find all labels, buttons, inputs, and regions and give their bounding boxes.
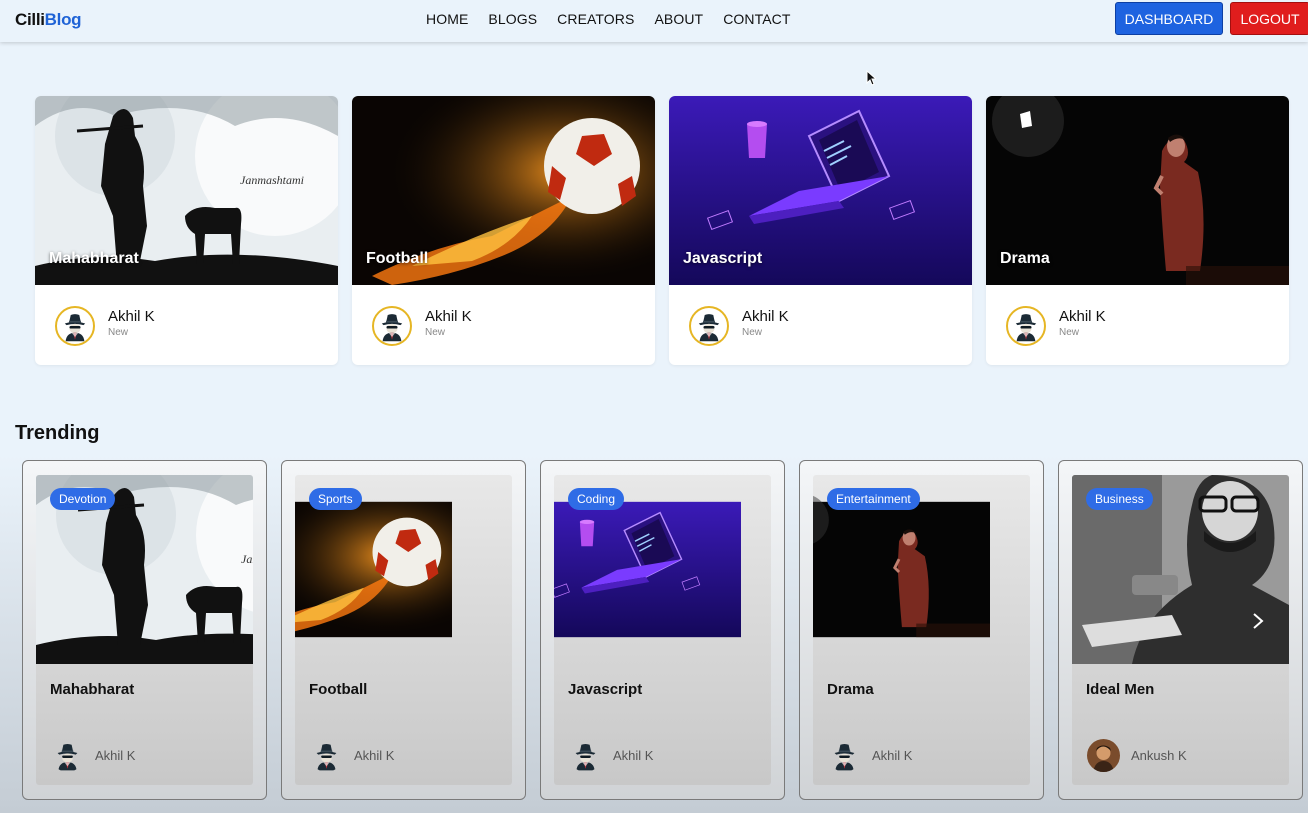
trending-image: Entertainment [813,475,1030,664]
spy-avatar-icon [51,739,84,772]
nav-home[interactable]: HOME [426,11,468,27]
featured-title: Football [366,250,429,267]
featured-title: Mahabharat [49,250,139,267]
trending-title[interactable]: Ideal Men [1086,681,1154,698]
mouse-cursor-icon [866,70,876,86]
author-name[interactable]: Akhil K [95,748,135,763]
category-badge[interactable]: Coding [568,488,625,510]
trending-card[interactable]: Coding Javascript Akhil K [540,460,785,800]
trending-image: Devotion [36,475,253,664]
nav-about[interactable]: ABOUT [654,11,703,27]
author-name[interactable]: Akhil K [613,748,653,763]
spy-avatar-icon [828,739,861,772]
featured-image: Football [352,96,655,285]
logout-button[interactable]: LOGOUT [1230,2,1308,35]
spy-avatar-icon [372,306,412,346]
trending-image: Coding [554,475,771,664]
nav-creators[interactable]: CREATORS [557,11,634,27]
brand-part1: Cilli [15,10,45,29]
trending-image: Sports [295,475,512,664]
trending-title[interactable]: Drama [827,681,874,698]
post-status: New [1059,327,1080,338]
dashboard-button[interactable]: DASHBOARD [1115,2,1223,35]
featured-card[interactable]: Javascript Akhil K New [669,96,972,365]
trending-card[interactable]: Devotion Mahabharat Akhil K [22,460,267,800]
brand-part2: Blog [44,10,82,29]
featured-image: Drama [986,96,1289,285]
author-name[interactable]: Akhil K [354,748,394,763]
featured-title: Drama [1000,250,1050,267]
author-info: Akhil K [569,739,653,772]
trending-title[interactable]: Football [309,681,367,698]
category-badge[interactable]: Business [1086,488,1153,510]
featured-image: Javascript [669,96,972,285]
category-badge[interactable]: Devotion [50,488,116,510]
featured-card[interactable]: Mahabharat Akhil K New [35,96,338,365]
trending-card[interactable]: Sports Football Akhil K [281,460,526,800]
featured-title: Javascript [683,250,763,267]
author-name[interactable]: Akhil K [1059,308,1106,325]
user-avatar [1087,739,1120,772]
featured-card[interactable]: Football Akhil K New [352,96,655,365]
spy-avatar-icon [569,739,602,772]
category-badge[interactable]: Entertainment [827,488,920,510]
spy-avatar-icon [1006,306,1046,346]
spy-avatar-icon [689,306,729,346]
trending-image: Business [1072,475,1289,664]
author-name[interactable]: Akhil K [108,308,155,325]
featured-image: Mahabharat [35,96,338,285]
author-name[interactable]: Akhil K [742,308,789,325]
navbar: CilliBlog HOME BLOGS CREATORS ABOUT CONT… [0,0,1308,42]
author-info: Akhil K [310,739,394,772]
author-info: Akhil K New [1006,306,1106,346]
author-info: Akhil K New [372,306,472,346]
author-name[interactable]: Ankush K [1131,748,1187,763]
featured-card[interactable]: Drama Akhil K New [986,96,1289,365]
trending-title[interactable]: Javascript [568,681,642,698]
nav-contact[interactable]: CONTACT [723,11,790,27]
author-name[interactable]: Akhil K [872,748,912,763]
chevron-right-icon[interactable] [1248,611,1268,631]
nav-links: HOME BLOGS CREATORS ABOUT CONTACT [426,11,791,27]
trending-carousel: Devotion Mahabharat Akhil K Sports Footb… [22,460,1303,800]
author-info: Akhil K [828,739,912,772]
author-info: Akhil K New [55,306,155,346]
author-info: Ankush K [1087,739,1187,772]
trending-title[interactable]: Mahabharat [50,681,134,698]
brand-logo[interactable]: CilliBlog [15,10,82,30]
post-status: New [742,327,763,338]
featured-posts: Mahabharat Akhil K New Football Akhil K … [35,96,1289,365]
author-name[interactable]: Akhil K [425,308,472,325]
spy-avatar-icon [310,739,343,772]
trending-card[interactable]: Entertainment Drama Akhil K [799,460,1044,800]
nav-blogs[interactable]: BLOGS [488,11,537,27]
author-info: Akhil K New [689,306,789,346]
spy-avatar-icon [55,306,95,346]
category-badge[interactable]: Sports [309,488,362,510]
author-info: Akhil K [51,739,135,772]
trending-heading: Trending [15,422,100,444]
trending-card[interactable]: Business Ideal Men Ankush K [1058,460,1303,800]
post-status: New [108,327,129,338]
post-status: New [425,327,446,338]
